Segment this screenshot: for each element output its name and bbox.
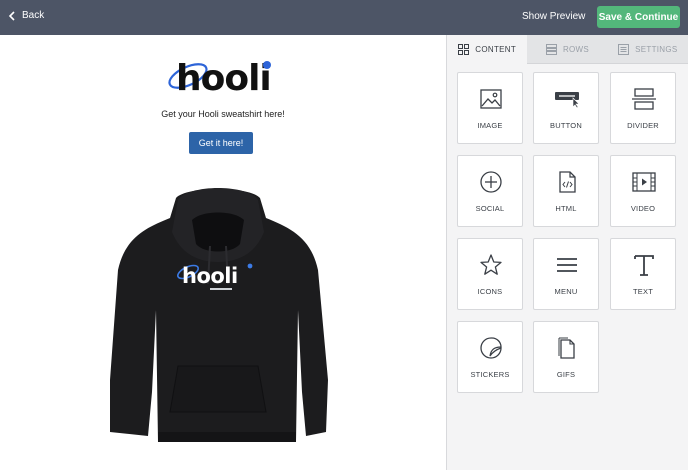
social-icon	[480, 171, 502, 193]
chevron-left-icon	[8, 10, 15, 21]
tab-content-label: CONTENT	[475, 44, 517, 54]
panel-tabs: CONTENT ROWS SETTINGS	[447, 35, 688, 64]
button-icon	[555, 92, 580, 109]
tile-divider-label: DIVIDER	[627, 121, 659, 130]
html-icon	[559, 171, 576, 193]
hoodie-logo-text: hooli	[182, 264, 238, 288]
tile-gifs[interactable]: GIFS	[533, 321, 599, 393]
tab-rows-label: ROWS	[562, 44, 590, 54]
gif-icon	[558, 337, 575, 359]
tile-image-label: IMAGE	[477, 121, 503, 130]
show-preview-button[interactable]: Show Preview	[522, 11, 585, 22]
top-bar: Back Show Preview Save & Continue	[0, 0, 688, 35]
tile-menu[interactable]: MENU	[533, 238, 599, 310]
rows-icon	[545, 43, 557, 55]
tile-icons-label: ICONS	[477, 287, 503, 296]
tile-menu-label: MENU	[554, 287, 578, 296]
content-panel: CONTENT ROWS SETTINGS IMAGE BUTTON DIVID…	[447, 35, 688, 470]
email-tagline: Get your Hooli sweatshirt here!	[161, 109, 285, 119]
tile-button[interactable]: BUTTON	[533, 72, 599, 144]
grid-icon	[458, 43, 470, 55]
text-icon	[634, 255, 654, 276]
tab-settings-label: SETTINGS	[635, 44, 678, 54]
tile-text-label: TEXT	[633, 287, 653, 296]
tile-video[interactable]: VIDEO	[610, 155, 676, 227]
menu-icon	[557, 258, 577, 272]
image-icon	[480, 89, 502, 109]
logo-text: hooli	[176, 58, 271, 96]
tile-text[interactable]: TEXT	[610, 238, 676, 310]
back-label: Back	[22, 10, 45, 21]
settings-icon	[618, 43, 630, 55]
tile-button-label: BUTTON	[550, 121, 582, 130]
tile-stickers[interactable]: STICKERS	[457, 321, 523, 393]
divider-icon	[632, 88, 656, 110]
hoodie-image: hooli	[110, 188, 328, 442]
tile-stickers-label: STICKERS	[470, 370, 510, 379]
tile-social[interactable]: SOCIAL	[457, 155, 523, 227]
tile-html[interactable]: HTML	[533, 155, 599, 227]
tile-divider[interactable]: DIVIDER	[610, 72, 676, 144]
video-icon	[632, 172, 656, 192]
star-icon	[480, 254, 502, 275]
tile-image[interactable]: IMAGE	[457, 72, 523, 144]
email-canvas[interactable]: hooli Get your Hooli sweatshirt here! Ge…	[0, 35, 446, 470]
back-button[interactable]: Back	[8, 10, 44, 21]
tile-html-label: HTML	[555, 204, 577, 213]
tile-gifs-label: GIFS	[556, 370, 576, 379]
tab-content[interactable]: CONTENT	[447, 35, 528, 64]
hooli-logo: hooli	[168, 58, 272, 96]
get-it-here-button[interactable]: Get it here!	[189, 132, 253, 154]
tile-video-label: VIDEO	[630, 204, 656, 213]
tile-icons[interactable]: ICONS	[457, 238, 523, 310]
tile-social-label: SOCIAL	[475, 204, 505, 213]
tab-rows[interactable]: ROWS	[527, 35, 608, 64]
tab-settings[interactable]: SETTINGS	[607, 35, 688, 64]
sticker-icon	[480, 337, 502, 359]
save-continue-button[interactable]: Save & Continue	[597, 6, 680, 28]
